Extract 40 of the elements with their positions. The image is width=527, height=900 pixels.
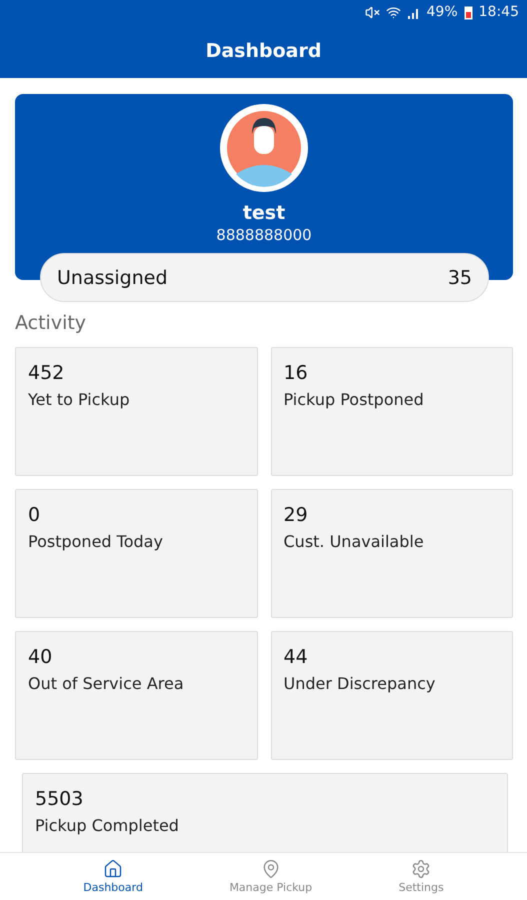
battery-icon <box>464 4 473 20</box>
screen-title: Dashboard <box>206 40 322 62</box>
location-pin-icon <box>260 859 281 879</box>
activity-tile[interactable]: 5503 Pickup Completed <box>22 773 508 852</box>
activity-tile[interactable]: 16 Pickup Postponed <box>270 347 513 476</box>
tile-count: 44 <box>284 646 309 668</box>
home-icon <box>103 859 124 879</box>
tile-count: 40 <box>28 646 54 668</box>
wifi-icon <box>386 4 401 20</box>
tile-count: 29 <box>284 504 309 526</box>
section-title: Activity <box>15 312 88 334</box>
tile-count: 16 <box>284 362 309 384</box>
mute-icon <box>364 4 380 20</box>
tile-label: Out of Service Area <box>28 674 185 693</box>
user-phone: 8888888000 <box>216 226 312 244</box>
nav-tab[interactable]: Manage Pickup <box>229 859 312 894</box>
tile-label: Cust. Unavailable <box>284 532 425 551</box>
activity-tile[interactable]: 0 Postponed Today <box>15 489 258 618</box>
unassigned-count: 35 <box>448 266 472 288</box>
tile-label: Postponed Today <box>28 532 164 551</box>
settings-icon <box>411 859 432 879</box>
tile-label: Under Discrepancy <box>284 674 436 693</box>
unassigned-label: Unassigned <box>57 266 168 288</box>
tile-label: Pickup Postponed <box>284 390 425 409</box>
unassigned-bar[interactable]: Unassigned 35 <box>40 253 489 302</box>
tile-label: Pickup Completed <box>35 816 180 835</box>
tile-count: 0 <box>28 504 42 526</box>
avatar-icon <box>220 104 308 192</box>
battery-percent: 49% <box>426 4 458 20</box>
tile-count: 452 <box>28 362 66 384</box>
tile-label: Yet to Pickup <box>28 390 131 409</box>
clock-time: 18:45 <box>478 4 519 20</box>
activity-tile[interactable]: 452 Yet to Pickup <box>15 347 258 476</box>
activity-tile[interactable]: 40 Out of Service Area <box>15 631 258 760</box>
nav-tab[interactable]: Settings <box>398 859 444 894</box>
activity-tile[interactable]: 44 Under Discrepancy <box>270 631 513 760</box>
activity-tile[interactable]: 29 Cust. Unavailable <box>270 489 513 618</box>
tile-count: 5503 <box>35 788 84 810</box>
user-name: test <box>242 202 286 224</box>
nav-tab[interactable]: Dashboard <box>83 859 143 894</box>
